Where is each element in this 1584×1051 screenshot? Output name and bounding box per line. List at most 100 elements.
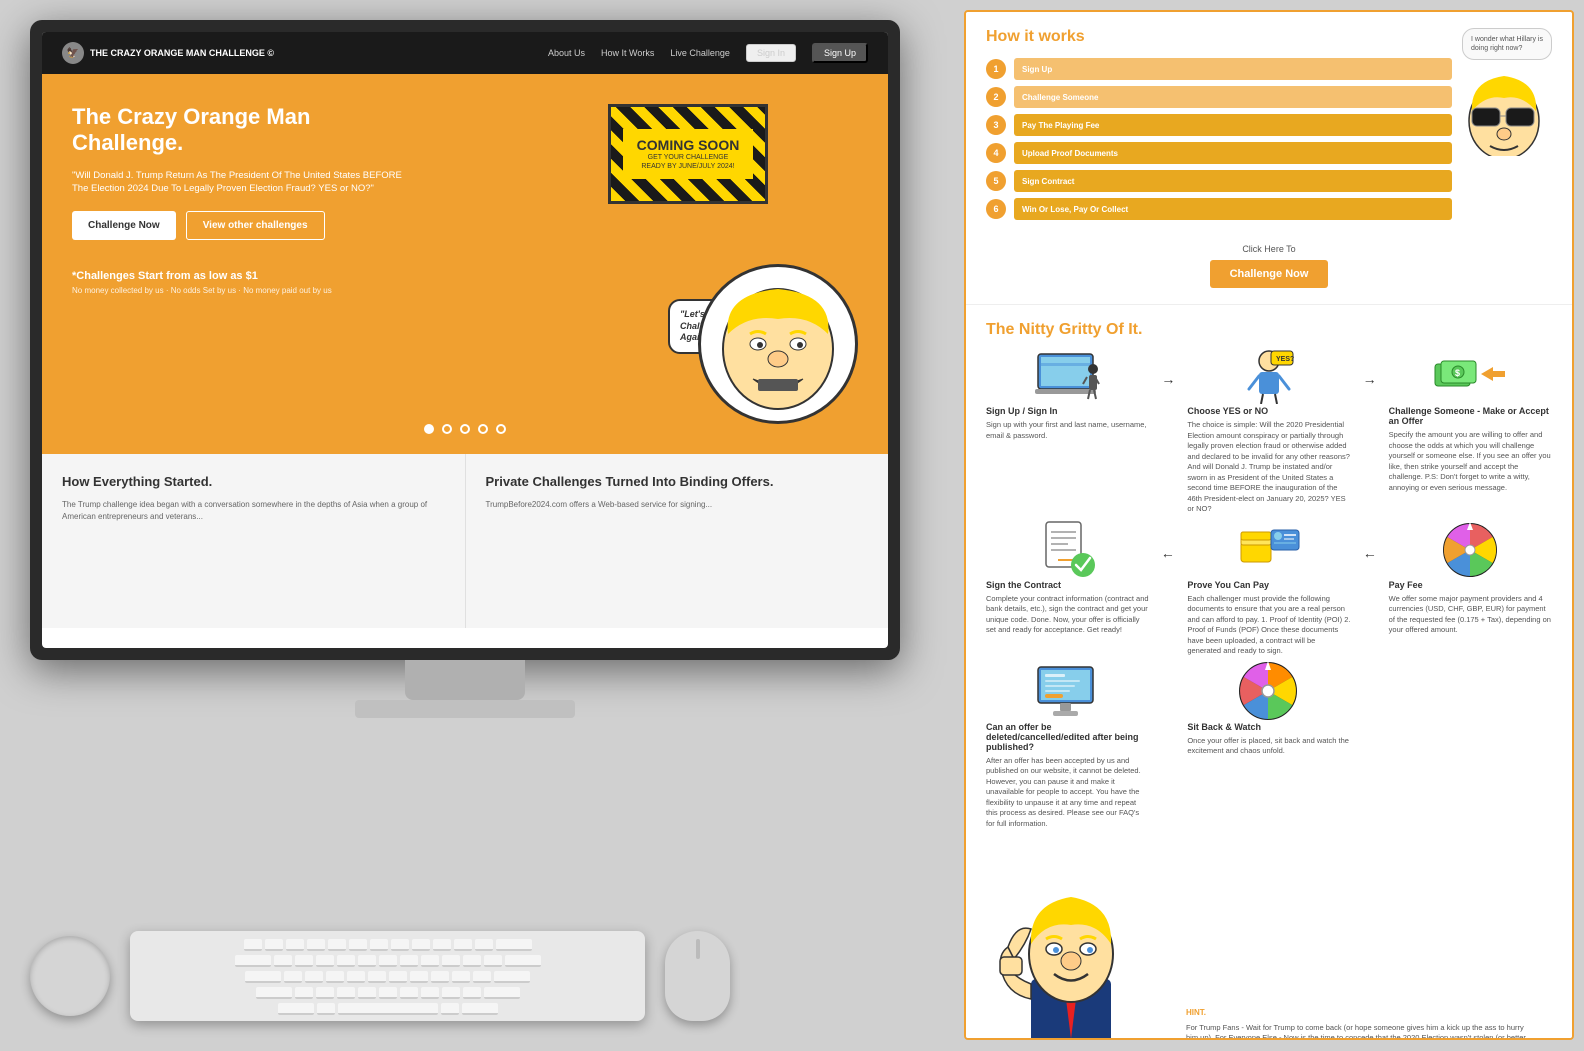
nitty-gritty-section: The Nitty Gritty Of It. [966, 305, 1572, 1040]
ng-prove-title: Prove You Can Pay [1187, 580, 1350, 590]
contract-svg [1038, 520, 1098, 580]
keyboard [130, 931, 645, 1021]
step-6: 6 Win Or Lose, Pay Or Collect [986, 198, 1452, 220]
key [295, 955, 313, 967]
nav-signin-button[interactable]: Sign In [746, 44, 796, 62]
thought-bubble: I wonder what Hillary is doing right now… [1462, 28, 1552, 60]
prove-svg [1236, 522, 1301, 577]
dot-3[interactable] [460, 424, 470, 434]
nav-logo: 🦅 THE CRAZY ORANGE MAN CHALLENGE © [62, 42, 274, 64]
step-1: 1 Sign Up [986, 58, 1452, 80]
ng-choose-title: Choose YES or NO [1187, 406, 1350, 416]
hint-text: For Trump Fans - Wait for Trump to come … [1186, 1023, 1532, 1041]
hero-subtitle: "Will Donald J. Trump Return As The Pres… [72, 169, 412, 196]
ng-challenge-text: Specify the amount you are willing to of… [1389, 430, 1552, 493]
laptop-illustration [986, 351, 1149, 401]
nav-how-it-works[interactable]: How It Works [601, 48, 654, 58]
nav-live-challenge[interactable]: Live Challenge [670, 48, 730, 58]
ng-row-2: Sign the Contract Complete your contract… [986, 525, 1552, 657]
challenge-now-button[interactable]: Challenge Now [72, 211, 176, 240]
step-3: 3 Pay The Playing Fee [986, 114, 1452, 136]
trump-face [698, 264, 858, 424]
key [391, 939, 409, 951]
lower-right-title: Private Challenges Turned Into Binding O… [486, 474, 869, 489]
key [370, 939, 388, 951]
contract-illustration [986, 525, 1149, 575]
key-tab [235, 955, 271, 967]
ng-item-prove: Prove You Can Pay Each challenger must p… [1187, 525, 1350, 657]
key-enter-2 [494, 971, 530, 983]
key [442, 987, 460, 999]
ng-arrow-2: → [1355, 351, 1385, 387]
step-2-label: Challenge Someone [1014, 86, 1452, 108]
ng-delete-text: After an offer has been accepted by us a… [986, 756, 1149, 830]
key [316, 987, 334, 999]
key [433, 939, 451, 951]
monitor-small-svg [1033, 664, 1103, 719]
ng-arrow-1: → [1153, 351, 1183, 387]
nav-logo-icon: 🦅 [62, 42, 84, 64]
trump-cartoon: "Let's Make Challenging Great Again!" [668, 104, 868, 434]
step-4-label: Upload Proof Documents [1014, 142, 1452, 164]
key [337, 987, 355, 999]
ng-sitback-title: Sit Back & Watch [1187, 722, 1350, 732]
key [274, 955, 292, 967]
hero-section: The Crazy Orange Man Challenge. "Will Do… [42, 74, 888, 454]
key [316, 955, 334, 967]
person-illustration: YES? [1187, 351, 1350, 401]
key [473, 971, 491, 983]
key [452, 971, 470, 983]
nav-signup-button[interactable]: Sign Up [812, 43, 868, 63]
view-challenges-button[interactable]: View other challenges [186, 211, 325, 240]
key [347, 971, 365, 983]
website-nav: 🦅 THE CRAZY ORANGE MAN CHALLENGE © About… [42, 32, 888, 74]
ng-signup-text: Sign up with your first and last name, u… [986, 420, 1149, 441]
key [379, 987, 397, 999]
how-it-works-section: I wonder what Hillary is doing right now… [966, 12, 1572, 305]
key [389, 971, 407, 983]
key [349, 939, 367, 951]
lower-left: How Everything Started. The Trump challe… [42, 454, 466, 628]
ng-row-3: Can an offer be deleted/cancelled/edited… [986, 667, 1552, 830]
nav-links: About Us How It Works Live Challenge Sig… [548, 43, 868, 63]
hint-title: HINT. [1186, 1008, 1206, 1017]
key [284, 971, 302, 983]
key [244, 939, 262, 951]
key [358, 955, 376, 967]
lower-right-text: TrumpBefore2024.com offers a Web-based s… [486, 499, 869, 511]
wheel-illustration [1389, 525, 1552, 575]
nav-about[interactable]: About Us [548, 48, 585, 58]
laptop-svg [1033, 349, 1103, 404]
nav-logo-text: THE CRAZY ORANGE MAN CHALLENGE © [90, 48, 274, 58]
ng-choose-text: The choice is simple: Will the 2020 Pres… [1187, 420, 1350, 515]
ng-item-payfee: Pay Fee We offer some major payment prov… [1389, 525, 1552, 636]
step-4-number: 4 [986, 143, 1006, 163]
key [463, 987, 481, 999]
dot-1[interactable] [424, 424, 434, 434]
challenge-now-top-button[interactable]: Challenge Now [1210, 260, 1329, 288]
dot-5[interactable] [496, 424, 506, 434]
ng-payfee-text: We offer some major payment providers an… [1389, 594, 1552, 636]
hint-text-section: HINT. For Trump Fans - Wait for Trump to… [1166, 997, 1552, 1040]
key [421, 955, 439, 967]
step-5-label: Sign Contract [1014, 170, 1452, 192]
key [368, 971, 386, 983]
key [412, 939, 430, 951]
dot-2[interactable] [442, 424, 452, 434]
key-row-5 [138, 1003, 637, 1015]
ng-item-delete: Can an offer be deleted/cancelled/edited… [986, 667, 1149, 830]
key-ctrl [278, 1003, 314, 1015]
ng-arrow-4: → [1355, 525, 1385, 561]
step-2-number: 2 [986, 87, 1006, 107]
key-caps [245, 971, 281, 983]
lower-section: How Everything Started. The Trump challe… [42, 454, 888, 628]
step-5-number: 5 [986, 171, 1006, 191]
monitor: 🦅 THE CRAZY ORANGE MAN CHALLENGE © About… [30, 20, 900, 740]
key-enter [505, 955, 541, 967]
svg-text:YES?: YES? [1276, 356, 1294, 363]
monitor-frame: 🦅 THE CRAZY ORANGE MAN CHALLENGE © About… [30, 20, 900, 660]
step-2: 2 Challenge Someone [986, 86, 1452, 108]
lower-right: Private Challenges Turned Into Binding O… [466, 454, 889, 628]
key [421, 987, 439, 999]
dot-4[interactable] [478, 424, 488, 434]
